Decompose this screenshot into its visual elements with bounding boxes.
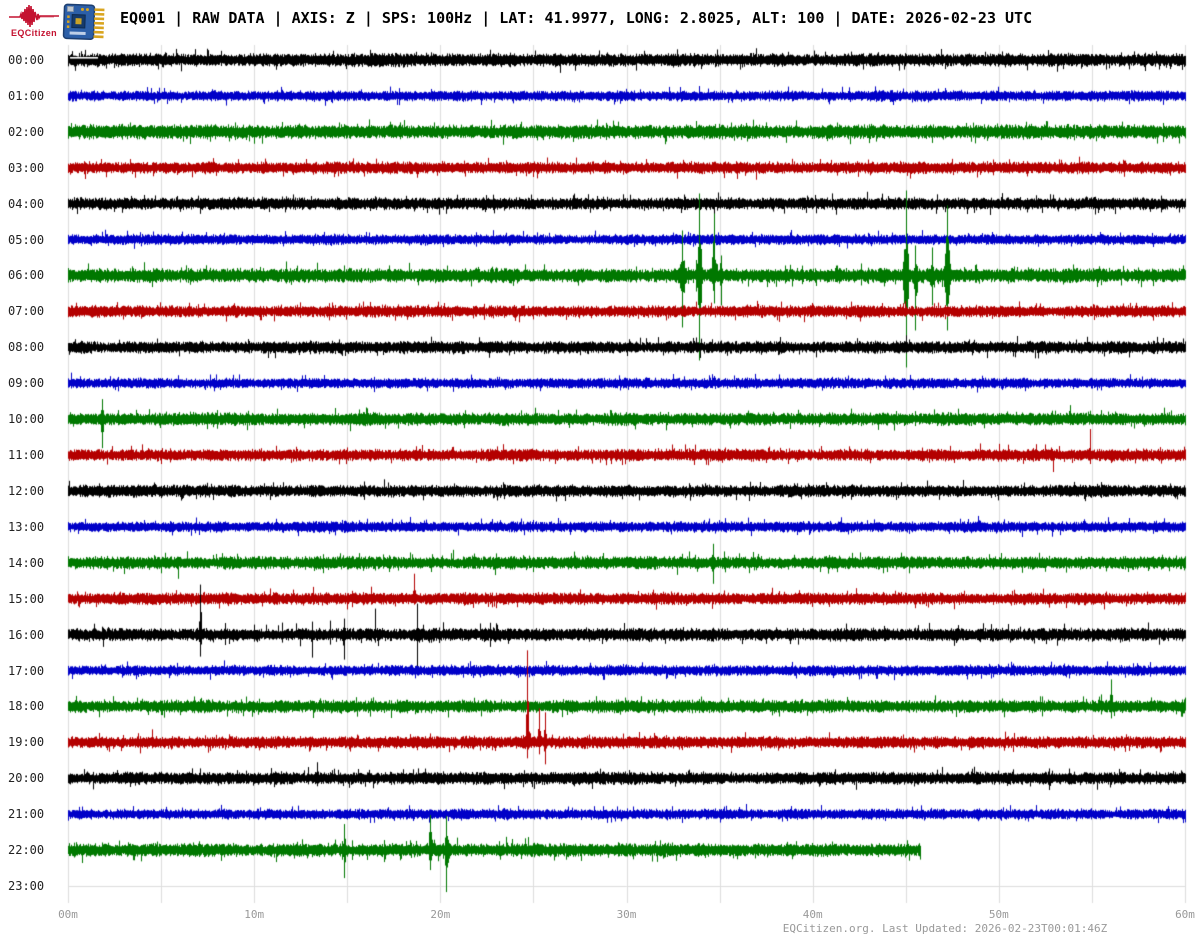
page-title: EQ001 | RAW DATA | AXIS: Z | SPS: 100Hz … [120,9,1033,27]
seismic-waveform-icon [9,4,59,28]
x-axis-tick-label: 60m [1175,908,1195,921]
hour-label: 08:00 [8,340,45,355]
hour-label: 15:00 [8,591,45,606]
hour-label: 21:00 [8,807,45,822]
hour-label: 07:00 [8,304,45,319]
x-axis-tick-label: 20m [430,908,451,921]
x-axis-tick-label: 50m [988,908,1009,921]
logo-text: EQCitizen [10,28,58,38]
hour-label: 02:00 [8,124,45,139]
hour-label: 23:00 [8,878,45,893]
helicorder-canvas [0,0,1200,940]
hour-label: 18:00 [8,699,45,714]
hour-label: 09:00 [8,376,45,391]
helicorder-page: EQCitizen EQ001 | RAW DATA | AXIS: Z | S… [0,0,1200,940]
sensor-chip-icon [62,3,105,40]
hour-label: 03:00 [8,160,45,175]
hour-label: 00:00 [8,53,45,67]
x-axis-tick-label: 00m [58,908,78,921]
hour-label: 04:00 [8,196,45,211]
x-axis-tick-label: 40m [802,908,823,921]
hour-label: 12:00 [8,483,45,498]
hour-label: 13:00 [8,519,45,534]
hour-label: 06:00 [8,268,45,283]
hour-label: 10:00 [8,412,45,427]
hour-label: 17:00 [8,663,45,678]
hour-label: 20:00 [8,771,45,786]
header: EQCitizen EQ001 | RAW DATA | AXIS: Z | S… [0,0,1200,46]
hour-label: 19:00 [8,735,45,750]
hour-label: 16:00 [8,627,45,642]
hour-label: 14:00 [8,555,45,570]
eqcitizen-logo: EQCitizen [6,4,62,40]
hour-label: 05:00 [8,232,45,247]
hour-label: 22:00 [8,843,45,858]
x-axis-tick-label: 10m [244,908,265,921]
hour-label: 11:00 [8,448,45,463]
hour-label: 01:00 [8,88,45,103]
footer-text: EQCitizen.org. Last Updated: 2026-02-23T… [782,922,1108,935]
x-axis-tick-label: 30m [616,908,637,921]
